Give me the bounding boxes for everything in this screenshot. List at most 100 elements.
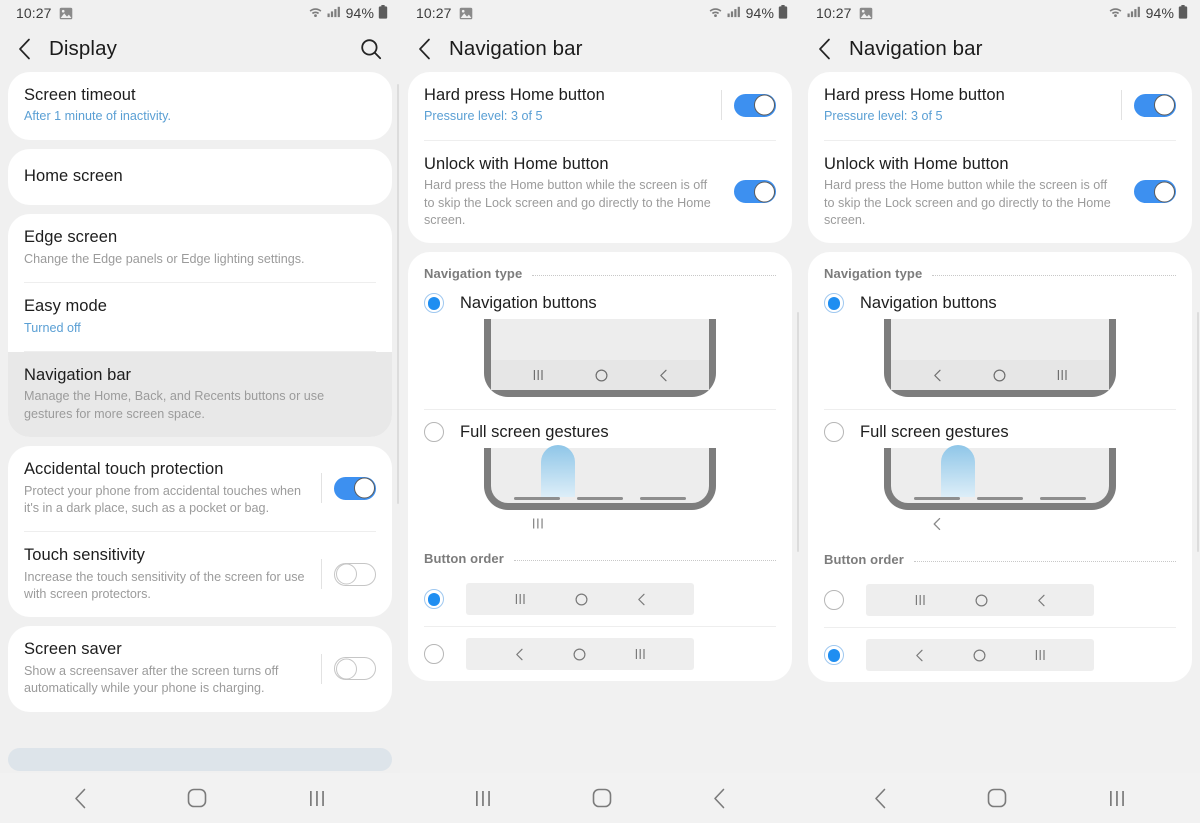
list-item[interactable]: Home screen (8, 149, 392, 205)
recents-bars-icon[interactable] (308, 789, 326, 808)
list-item[interactable]: Screen saver Show a screensaver after th… (8, 626, 392, 711)
radio-icon[interactable] (824, 645, 844, 666)
dotted-rule (932, 274, 1176, 276)
back-chevron-icon[interactable] (74, 788, 87, 809)
status-bar: 10:27 94% (400, 0, 800, 26)
home-circle-icon (594, 369, 608, 382)
radio-icon[interactable] (424, 589, 444, 610)
back-chevron-icon (933, 369, 942, 382)
list-item[interactable]: Edge screen Change the Edge panels or Ed… (8, 214, 392, 282)
list-item[interactable]: Screen timeout After 1 minute of inactiv… (8, 72, 392, 140)
item-subtitle: Hard press the Home button while the scr… (424, 178, 711, 227)
radio-icon[interactable] (424, 644, 444, 665)
hard-press-home-toggle[interactable] (734, 93, 776, 117)
recents-bars-icon (515, 593, 526, 605)
card-edge-easy-nav: Edge screen Change the Edge panels or Ed… (8, 214, 392, 438)
recents-bars-icon (532, 517, 544, 535)
gesture-preview (491, 445, 709, 503)
radio-icon[interactable] (824, 422, 844, 443)
touch-sensitivity-toggle[interactable] (334, 562, 376, 586)
accidental-touch-protection-toggle[interactable] (334, 476, 376, 500)
card-screen-saver: Screen saver Show a screensaver after th… (8, 626, 392, 712)
list-item[interactable]: Touch sensitivity Increase the touch sen… (8, 532, 392, 617)
radio-icon[interactable] (824, 293, 844, 314)
recents-bars-icon[interactable] (474, 789, 492, 808)
image-icon (459, 7, 473, 20)
order-preview-chip (866, 639, 1094, 672)
button-order-option-1[interactable] (808, 573, 1192, 627)
gesture-preview (891, 445, 1109, 503)
item-title: Home screen (24, 166, 123, 185)
home-square-icon[interactable] (987, 788, 1007, 808)
search-icon[interactable] (360, 38, 382, 60)
button-order-option-2[interactable] (408, 627, 792, 681)
recents-bars-icon (1035, 649, 1046, 661)
hard-press-home-toggle[interactable] (1134, 93, 1176, 117)
back-chevron-icon[interactable] (713, 788, 726, 809)
back-chevron-icon (932, 517, 942, 536)
item-subtitle: Change the Edge panels or Edge lighting … (24, 251, 305, 266)
screen-saver-toggle[interactable] (334, 657, 376, 681)
radio-option-full-screen-gestures[interactable]: Full screen gestures (808, 410, 1192, 443)
button-order-option-2[interactable] (808, 628, 1192, 682)
unlock-with-home-toggle[interactable] (734, 180, 776, 204)
battery-icon (1178, 4, 1188, 22)
list-item[interactable]: Accidental touch protection Protect your… (8, 446, 392, 531)
option-label: Navigation buttons (860, 293, 997, 312)
item-title: Easy mode (24, 297, 107, 316)
radio-icon[interactable] (824, 590, 844, 611)
image-icon (59, 7, 73, 20)
radio-icon[interactable] (424, 422, 444, 443)
card-home-button-settings: Hard press Home button Pressure level: 3… (408, 72, 792, 244)
button-order-option-1[interactable] (408, 572, 792, 626)
back-chevron-icon[interactable] (874, 788, 887, 809)
settings-scroll-area[interactable]: Hard press Home button Pressure level: 3… (400, 72, 800, 773)
item-subtitle: Pressure level: 3 of 5 (824, 109, 943, 124)
scrollbar[interactable] (796, 312, 799, 552)
scrollbar[interactable] (1196, 312, 1199, 552)
home-square-icon[interactable] (592, 788, 612, 808)
back-chevron-icon (915, 649, 924, 662)
section-label: Button order (824, 552, 904, 568)
home-square-icon[interactable] (187, 788, 207, 808)
gesture-handles (491, 497, 709, 501)
settings-scroll-area[interactable]: Screen timeout After 1 minute of inactiv… (0, 72, 400, 742)
recents-bars-icon (915, 594, 926, 606)
back-chevron-icon[interactable] (818, 38, 831, 60)
recents-bars-icon[interactable] (1108, 789, 1126, 808)
toggle-container (1121, 93, 1176, 117)
sidebar-item-navigation-bar[interactable]: Navigation bar Manage the Home, Back, an… (8, 351, 392, 438)
swipe-indicator (941, 445, 975, 498)
back-chevron-icon[interactable] (418, 38, 431, 60)
list-item[interactable]: Unlock with Home button Hard press the H… (808, 141, 1192, 244)
app-bar-navigation-bar: Navigation bar (400, 26, 800, 72)
toggle-container (321, 476, 376, 500)
list-item[interactable]: Hard press Home button Pressure level: 3… (808, 72, 1192, 140)
list-item[interactable]: Easy mode Turned off (8, 283, 392, 351)
back-chevron-icon[interactable] (18, 38, 31, 60)
item-subtitle: Pressure level: 3 of 5 (424, 109, 543, 124)
item-title: Hard press Home button (424, 86, 605, 104)
item-title: Accidental touch protection (24, 460, 224, 479)
battery-percent-label: 94% (745, 5, 774, 21)
item-title: Unlock with Home button (424, 154, 609, 173)
item-title: Screen saver (24, 640, 122, 659)
list-item[interactable]: Unlock with Home button Hard press the H… (408, 141, 792, 244)
list-item[interactable]: Hard press Home button Pressure level: 3… (408, 72, 792, 140)
handset-illustration (884, 445, 1116, 511)
unlock-with-home-toggle[interactable] (1134, 180, 1176, 204)
radio-option-navigation-buttons[interactable]: Navigation buttons (808, 287, 1192, 314)
radio-option-navigation-buttons[interactable]: Navigation buttons (408, 287, 792, 314)
option-label: Full screen gestures (860, 422, 1009, 441)
settings-scroll-area[interactable]: Hard press Home button Pressure level: 3… (800, 72, 1200, 773)
back-chevron-icon (637, 593, 646, 606)
card-navigation-type: Navigation type Navigation buttons Full … (408, 252, 792, 682)
toggle-container (321, 562, 376, 586)
toggle-container (1121, 180, 1176, 204)
status-clock: 10:27 (16, 5, 52, 21)
system-navigation-bar (0, 773, 400, 823)
status-right-icons: 94% (308, 4, 388, 22)
radio-icon[interactable] (424, 293, 444, 314)
radio-option-full-screen-gestures[interactable]: Full screen gestures (408, 410, 792, 443)
scrollbar[interactable] (396, 84, 399, 504)
